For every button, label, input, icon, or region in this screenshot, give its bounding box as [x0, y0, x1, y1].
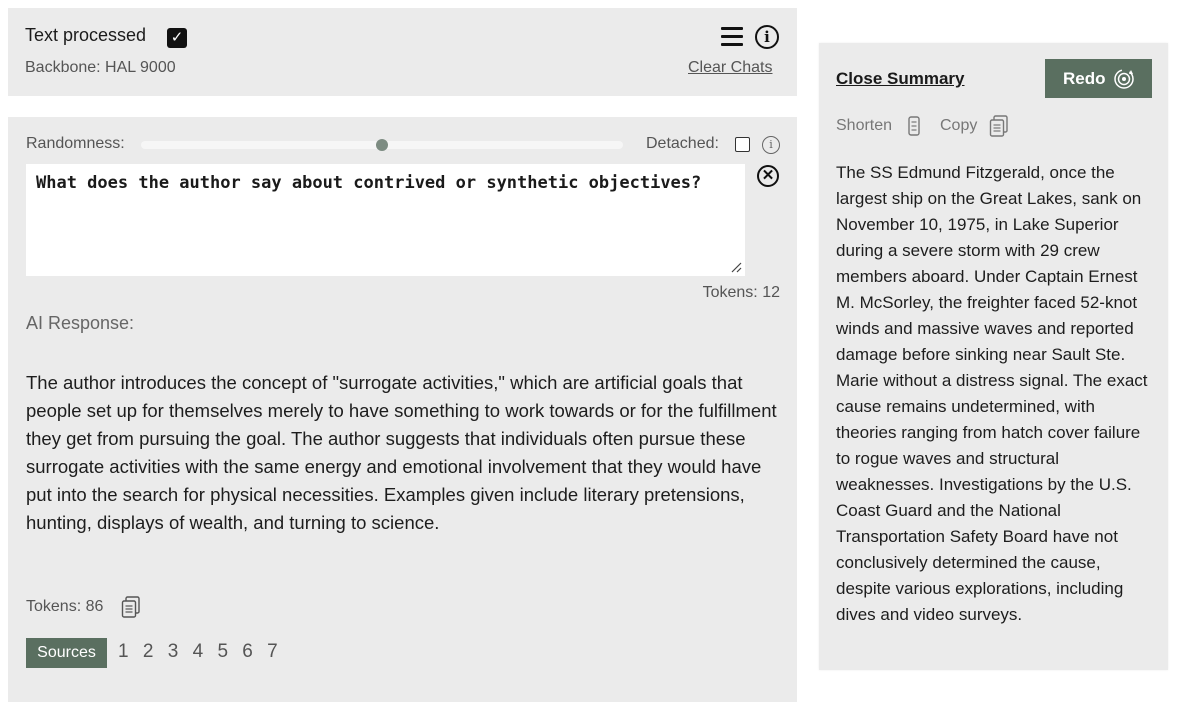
redo-label: Redo [1063, 69, 1106, 88]
processed-checkbox[interactable]: ✓ [167, 28, 187, 48]
copy-button[interactable]: Copy [940, 117, 977, 135]
source-link[interactable]: 3 [168, 641, 179, 662]
clear-chats-link[interactable]: Clear Chats [688, 59, 772, 77]
source-links: 1 2 3 4 5 6 7 [118, 641, 287, 663]
info-icon[interactable]: i [755, 25, 779, 49]
hamburger-menu-icon[interactable] [721, 27, 743, 47]
randomness-label: Randomness: [26, 135, 125, 152]
source-link[interactable]: 7 [267, 641, 278, 662]
copy-icon[interactable] [989, 115, 1009, 137]
ai-response-text: The author introduces the concept of "su… [26, 372, 777, 533]
status-label: Text processed [25, 25, 147, 45]
randomness-slider-thumb[interactable] [376, 139, 388, 151]
info-icon[interactable]: i [762, 136, 780, 154]
detached-checkbox[interactable] [735, 137, 750, 152]
summary-panel: Close Summary Redo Shorten Copy The SS E… [819, 43, 1168, 670]
status-header-panel: Text processed ✓ Backbone: HAL 9000 i Cl… [8, 8, 797, 96]
source-link[interactable]: 2 [143, 641, 154, 662]
source-link[interactable]: 1 [118, 641, 129, 662]
randomness-slider[interactable] [141, 139, 623, 151]
source-link[interactable]: 4 [193, 641, 204, 662]
resize-handle-icon[interactable] [730, 261, 742, 273]
query-input[interactable]: What does the author say about contrived… [26, 164, 745, 276]
query-token-count: Tokens: 12 [702, 284, 780, 301]
shorten-button[interactable]: Shorten [836, 117, 892, 135]
sources-button[interactable]: Sources [26, 638, 107, 668]
source-link[interactable]: 5 [217, 641, 228, 662]
chat-panel: Randomness: Detached: i What does the au… [8, 117, 797, 702]
redo-target-icon [1114, 69, 1134, 89]
clear-query-icon[interactable]: ✕ [757, 165, 779, 187]
redo-button[interactable]: Redo [1045, 59, 1152, 98]
shorten-icon[interactable] [908, 115, 920, 137]
close-summary-link[interactable]: Close Summary [836, 69, 965, 89]
summary-text: The SS Edmund Fitzgerald, once the large… [836, 163, 1148, 624]
backbone-label: Backbone: HAL 9000 [25, 59, 176, 76]
detached-label: Detached: [646, 135, 719, 152]
response-token-count: Tokens: 86 [26, 598, 104, 615]
ai-response-label: AI Response: [26, 313, 135, 333]
copy-icon[interactable] [121, 596, 141, 618]
source-link[interactable]: 6 [242, 641, 253, 662]
